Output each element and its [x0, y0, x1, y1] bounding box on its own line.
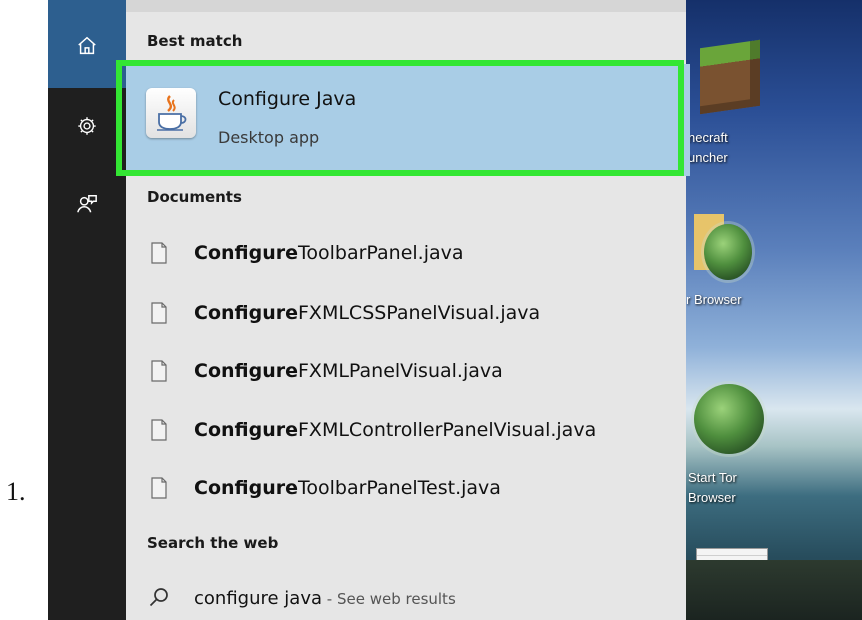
document-icon[interactable]	[696, 548, 768, 620]
settings-button[interactable]	[48, 98, 126, 154]
document-result[interactable]: ConfigureFXMLControllerPanelVisual.java	[126, 401, 686, 459]
highlight-box	[116, 60, 684, 176]
home-icon	[78, 36, 96, 55]
search-icon	[149, 588, 168, 607]
file-icon	[151, 477, 167, 499]
desktop-icon-label: Browser	[688, 490, 736, 505]
documents-heading: Documents	[147, 188, 242, 206]
document-result[interactable]: ConfigureFXMLCSSPanelVisual.java	[126, 284, 686, 342]
panel-top-strip	[126, 0, 686, 12]
watermark: wikiHow	[732, 586, 862, 620]
home-button[interactable]	[48, 18, 126, 74]
search-results-panel: Best match Configure Java Desktop app Do…	[116, 0, 690, 620]
best-match-heading: Best match	[147, 32, 243, 50]
document-result[interactable]: ConfigureToolbarPanel.java	[126, 224, 686, 282]
web-query: configure java - See web results	[194, 588, 456, 609]
document-name: ConfigureFXMLCSSPanelVisual.java	[194, 302, 541, 324]
desktop-icon-label: Start Tor	[688, 470, 737, 485]
desktop-background: necraft uncher r Browser Start Tor Brows…	[686, 0, 862, 620]
desktop-icon-label: r Browser	[686, 292, 742, 307]
web-search-result[interactable]: configure java - See web results	[126, 578, 686, 620]
document-result[interactable]: ConfigureFXMLPanelVisual.java	[126, 342, 686, 400]
document-result[interactable]: ConfigureToolbarPanelTest.java	[126, 459, 686, 517]
tor-browser-icon[interactable]	[704, 224, 752, 280]
minecraft-launcher-icon[interactable]	[700, 39, 760, 115]
feedback-button[interactable]	[48, 176, 126, 232]
file-icon	[151, 360, 167, 382]
feedback-icon	[77, 195, 97, 213]
file-icon	[151, 242, 167, 264]
document-name: ConfigureFXMLControllerPanelVisual.java	[194, 419, 597, 441]
document-name: ConfigureToolbarPanelTest.java	[194, 477, 501, 499]
document-name: ConfigureFXMLPanelVisual.java	[194, 360, 503, 382]
start-sidebar	[48, 0, 126, 620]
desktop-icon-label: necraft	[688, 130, 728, 145]
desktop-icon-label: uncher	[688, 150, 728, 165]
start-tor-browser-icon[interactable]	[694, 384, 764, 454]
file-icon	[151, 302, 167, 324]
gear-icon	[78, 117, 96, 135]
file-icon	[151, 419, 167, 441]
best-match-result[interactable]: Configure Java Desktop app	[116, 60, 690, 176]
list-number: 1.	[6, 477, 26, 506]
search-web-heading: Search the web	[147, 534, 279, 552]
document-name: ConfigureToolbarPanel.java	[194, 242, 464, 264]
